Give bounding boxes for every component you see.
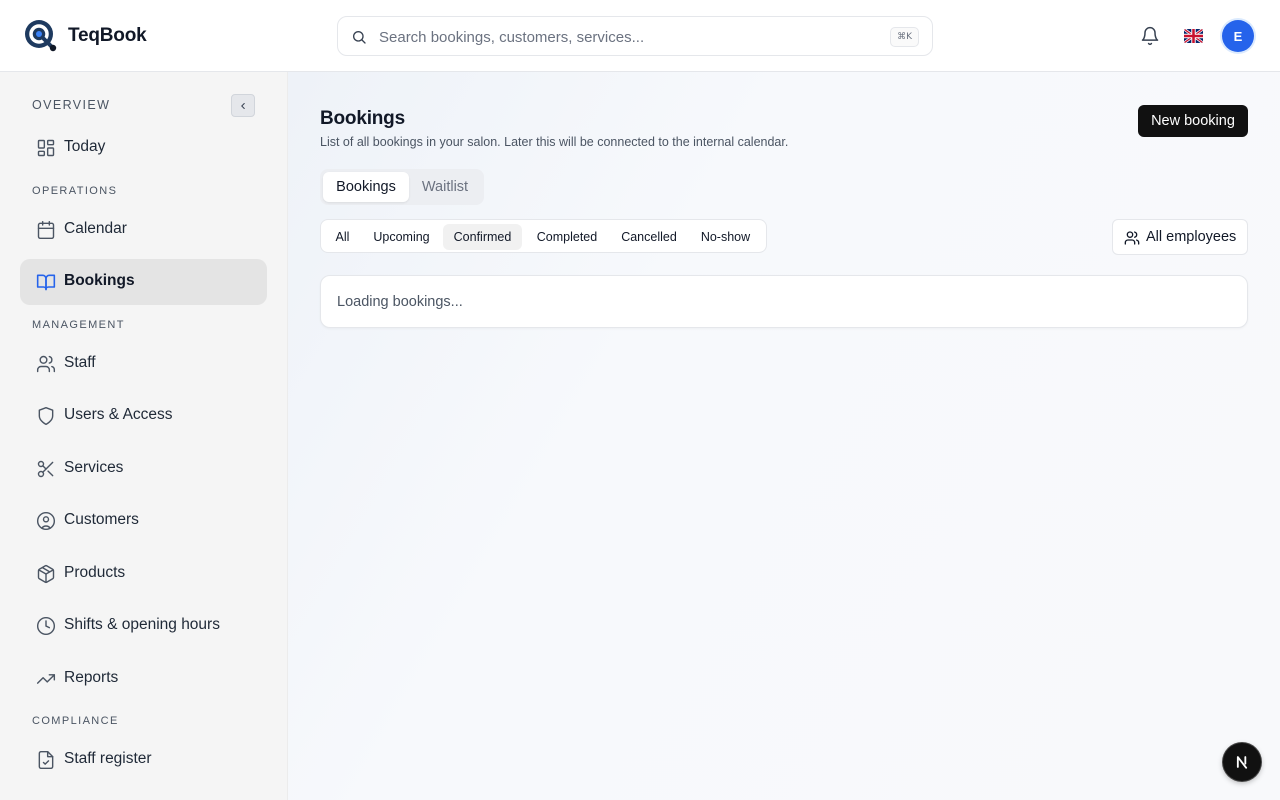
nextjs-dev-indicator[interactable] xyxy=(1223,743,1261,781)
sidebar-item-label: Today xyxy=(64,138,106,155)
top-header: TeqBook ⌘K E xyxy=(0,0,1280,72)
section-label-overview: OVERVIEW xyxy=(32,98,111,112)
sidebar-item-services[interactable]: Services xyxy=(20,446,267,492)
uk-flag-icon[interactable] xyxy=(1184,29,1203,43)
filter-confirmed[interactable]: Confirmed xyxy=(443,224,522,250)
dashboard-icon xyxy=(36,138,56,158)
sidebar-item-label: Services xyxy=(64,459,124,476)
employee-filter-button[interactable]: All employees xyxy=(1112,219,1248,255)
sidebar-item-label: Customers xyxy=(64,511,139,528)
sidebar-item-today[interactable]: Today xyxy=(20,125,267,171)
page-title: Bookings xyxy=(320,108,405,129)
app-name: TeqBook xyxy=(68,25,147,46)
filter-no-show[interactable]: No-show xyxy=(690,224,761,250)
nextjs-logo-icon xyxy=(1236,756,1248,769)
sidebar-item-label: Shifts & opening hours xyxy=(64,616,220,633)
logo-icon xyxy=(24,19,58,53)
search-input[interactable] xyxy=(379,26,869,48)
sidebar-item-label: Calendar xyxy=(64,220,127,237)
sidebar-item-users-access[interactable]: Users & Access xyxy=(20,393,267,439)
clock-icon xyxy=(36,616,56,636)
sidebar-collapse-button[interactable] xyxy=(231,94,255,117)
shield-icon xyxy=(36,406,56,426)
chevron-left-icon xyxy=(241,102,245,109)
book-open-icon xyxy=(36,272,56,292)
sidebar-item-customers[interactable]: Customers xyxy=(20,498,267,544)
tab-bookings[interactable]: Bookings xyxy=(323,172,409,202)
bookings-list-card: Loading bookings... xyxy=(320,275,1248,328)
app-logo[interactable]: TeqBook xyxy=(24,19,147,53)
filter-completed[interactable]: Completed xyxy=(525,224,609,250)
file-check-icon xyxy=(36,750,56,770)
package-icon xyxy=(36,564,56,584)
employee-filter-label: All employees xyxy=(1146,229,1237,245)
scissors-icon xyxy=(36,459,56,479)
sidebar-item-label: Users & Access xyxy=(64,406,173,423)
loading-message: Loading bookings... xyxy=(337,294,463,310)
page-subtitle: List of all bookings in your salon. Late… xyxy=(320,135,789,149)
calendar-icon xyxy=(36,220,56,240)
section-label-operations: OPERATIONS xyxy=(32,185,118,197)
status-filter-group: All Upcoming Confirmed Completed Cancell… xyxy=(320,219,767,253)
user-avatar[interactable]: E xyxy=(1222,20,1254,52)
sidebar: OVERVIEW Today OPERATIONS Calendar Booki… xyxy=(0,72,288,800)
view-tabs: Bookings Waitlist xyxy=(320,169,484,205)
sidebar-item-calendar[interactable]: Calendar xyxy=(20,207,267,253)
tab-waitlist[interactable]: Waitlist xyxy=(409,172,481,202)
filter-cancelled[interactable]: Cancelled xyxy=(611,224,687,250)
sidebar-item-shifts[interactable]: Shifts & opening hours xyxy=(20,603,267,649)
user-circle-icon xyxy=(36,511,56,531)
main-content: Bookings List of all bookings in your sa… xyxy=(288,72,1280,800)
search-shortcut-badge: ⌘K xyxy=(890,27,919,47)
sidebar-item-label: Staff xyxy=(64,354,96,371)
sidebar-item-reports[interactable]: Reports xyxy=(20,656,267,702)
sidebar-item-label: Products xyxy=(64,564,126,581)
sidebar-item-label: Bookings xyxy=(64,272,135,289)
global-search[interactable]: ⌘K xyxy=(337,16,933,56)
sidebar-item-label: Reports xyxy=(64,669,119,686)
section-label-compliance: COMPLIANCE xyxy=(32,715,119,727)
section-label-management: MANAGEMENT xyxy=(32,319,125,331)
sidebar-item-products[interactable]: Products xyxy=(20,551,267,597)
sidebar-item-staff-register[interactable]: Staff register xyxy=(20,737,267,783)
users-icon xyxy=(36,354,56,374)
sidebar-item-label: Staff register xyxy=(64,750,152,767)
bell-icon[interactable] xyxy=(1140,26,1160,46)
users-icon xyxy=(1124,230,1140,246)
sidebar-item-staff[interactable]: Staff xyxy=(20,341,267,387)
filter-upcoming[interactable]: Upcoming xyxy=(362,224,441,250)
filter-all[interactable]: All xyxy=(326,224,359,250)
sidebar-item-bookings[interactable]: Bookings xyxy=(20,259,267,305)
trending-up-icon xyxy=(36,669,56,689)
new-booking-button[interactable]: New booking xyxy=(1138,105,1248,137)
search-icon xyxy=(351,29,367,45)
